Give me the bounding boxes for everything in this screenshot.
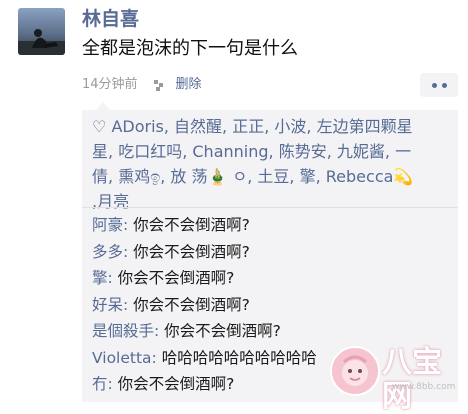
like-name[interactable]: 熏鸡ඉ, <box>118 167 165 186</box>
like-name[interactable]: 小波, <box>274 117 311 136</box>
comment-author[interactable]: 是個殺手: <box>92 322 159 340</box>
panel-notch <box>96 102 110 110</box>
like-name[interactable]: 吃口红吗, <box>118 142 187 161</box>
comment-text: 你会不会倒酒啊? <box>133 242 250 261</box>
dizzy-emoji: 💫 <box>393 167 414 186</box>
like-name[interactable]: Rebecca <box>326 167 394 186</box>
more-actions-button[interactable] <box>420 73 458 97</box>
like-name[interactable]: 星, <box>92 142 113 161</box>
like-name[interactable]: Channing, <box>192 142 273 161</box>
divider <box>82 207 458 208</box>
comment-item[interactable]: 好呆: 你会不会倒酒啊? <box>92 292 452 319</box>
like-name[interactable]: 月亮 <box>97 192 129 211</box>
username[interactable]: 林自喜 <box>82 6 139 32</box>
comment-item[interactable]: 冇: 你会不会倒酒啊? <box>92 371 452 398</box>
like-name[interactable]: 土豆, <box>257 167 294 186</box>
comment-item[interactable]: 多多: 你会不会倒酒啊? <box>92 239 452 266</box>
like-name[interactable]: ㅇ, <box>233 167 253 186</box>
comment-text: 你会不会倒酒啊? <box>164 322 281 340</box>
comment-author[interactable]: 好呆: <box>92 296 128 314</box>
comment-author[interactable]: 冇: <box>92 375 113 393</box>
more-dot <box>441 82 447 88</box>
post-meta: 14分钟前 删除 <box>82 74 202 96</box>
like-name[interactable]: 放 荡 <box>170 167 207 186</box>
comment-text: 哈哈哈哈哈哈哈哈哈哈 <box>161 348 317 367</box>
comment-text: 你会不会倒酒啊? <box>133 216 250 234</box>
comment-author[interactable]: 阿豪: <box>92 216 128 234</box>
comment-item[interactable]: 是個殺手: 你会不会倒酒啊? <box>92 318 452 345</box>
like-name[interactable]: 陈势安, <box>279 142 332 161</box>
comment-text: 你会不会倒酒啊? <box>117 375 235 393</box>
like-name[interactable]: 自然醒, <box>174 117 227 136</box>
comments-list: 阿豪: 你会不会倒酒啊? 多多: 你会不会倒酒啊? 擎: 你会不会倒酒啊? 好呆… <box>92 212 452 398</box>
like-name[interactable]: ADoris, <box>111 117 169 136</box>
comment-item[interactable]: 擎: 你会不会倒酒啊? <box>92 265 452 292</box>
comment-author[interactable]: 擎: <box>92 269 113 287</box>
like-name[interactable]: 左边第四颗星 <box>317 117 413 136</box>
comment-text: 你会不会倒酒啊? <box>133 295 250 314</box>
comment-item[interactable]: 阿豪: 你会不会倒酒啊? <box>92 212 452 239</box>
delete-link[interactable]: 删除 <box>176 74 202 96</box>
like-name[interactable]: 倩, <box>92 167 113 186</box>
avatar[interactable] <box>18 8 65 55</box>
pin-icon <box>152 77 168 93</box>
comment-text: 你会不会倒酒啊? <box>117 269 235 287</box>
likes-list: ♡ ADoris, 自然醒, 正正, 小波, 左边第四颗星 星, 吃口红吗, C… <box>92 114 452 214</box>
post-time: 14分钟前 <box>82 77 138 92</box>
interaction-panel: ♡ ADoris, 自然醒, 正正, 小波, 左边第四颗星 星, 吃口红吗, C… <box>82 110 458 402</box>
heart-outline-icon: ♡ <box>92 117 112 136</box>
like-name[interactable]: 正正, <box>232 117 269 136</box>
comment-author[interactable]: 多多: <box>92 243 128 261</box>
like-name[interactable]: 一 <box>395 142 411 161</box>
post-text: 全都是泡沫的下一句是什么 <box>82 38 298 59</box>
like-name[interactable]: 擎, <box>300 167 321 186</box>
comment-author[interactable]: Violetta: <box>92 349 157 367</box>
bamboo-emoji: 🎍 <box>207 167 228 186</box>
like-name[interactable]: 九妮酱, <box>337 142 390 161</box>
more-dots-icon <box>431 82 437 88</box>
comment-item[interactable]: Violetta: 哈哈哈哈哈哈哈哈哈哈 <box>92 345 452 372</box>
